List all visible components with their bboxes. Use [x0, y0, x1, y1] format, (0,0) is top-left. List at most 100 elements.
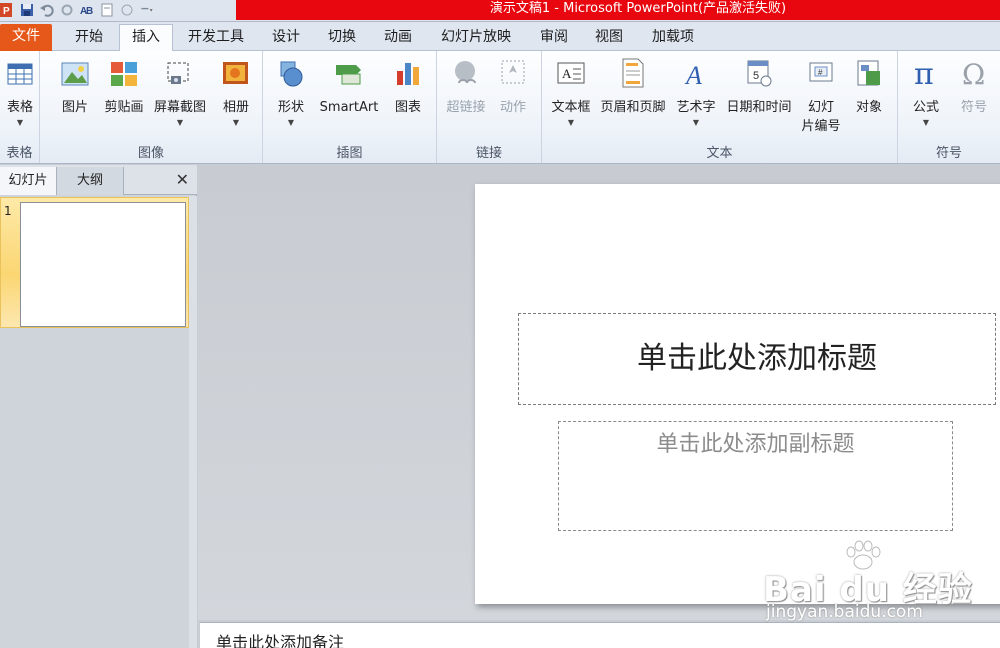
notes-pane[interactable]: 单击此处添加备注 — [200, 622, 1000, 648]
clipart-label: 剪贴画 — [104, 100, 144, 115]
calendar-icon: 5 — [747, 60, 772, 87]
textbox-label: 文本框 — [551, 100, 591, 115]
slide-number-button[interactable]: # 幻灯片编号 — [798, 57, 844, 136]
tab-transitions[interactable]: 切换 — [318, 25, 366, 51]
shapes-label: 形状 — [277, 100, 304, 115]
ribbon-tab-bar: 文件 开始 插入 开发工具 设计 切换 动画 幻灯片放映 审阅 视图 加载项 — [0, 22, 1000, 51]
tab-review[interactable]: 审阅 — [530, 25, 578, 51]
photo-album-label: 相册 — [222, 100, 249, 115]
smartart-icon — [336, 65, 361, 85]
slide-number: 1 — [4, 204, 12, 218]
textbox-button[interactable]: A 文本框 ▼ — [548, 57, 594, 127]
slide-number-label-line2: 片编号 — [801, 119, 841, 134]
tab-view[interactable]: 视图 — [585, 25, 633, 51]
save-icon[interactable] — [20, 3, 34, 17]
shape-circle-icon[interactable] — [120, 3, 134, 17]
table-button[interactable]: 表格 ▼ — [3, 57, 37, 127]
textbox-icon: A — [557, 62, 585, 84]
screenshot-label: 屏幕截图 — [153, 100, 206, 115]
panel-scrollbar[interactable] — [189, 196, 197, 648]
tab-slideshow[interactable]: 幻灯片放映 — [430, 25, 522, 51]
group-illustrations: 形状 ▼ SmartArt 图表 插图 — [263, 51, 437, 163]
tab-design[interactable]: 设计 — [262, 25, 310, 51]
clipart-icon — [111, 62, 137, 86]
hyperlink-icon — [455, 61, 476, 84]
date-time-button[interactable]: 5 日期和时间 — [722, 57, 796, 117]
picture-button[interactable]: 图片 — [57, 57, 93, 117]
tab-slides[interactable]: 幻灯片 — [0, 167, 57, 195]
svg-text:5: 5 — [753, 70, 759, 82]
screenshot-button[interactable]: 屏幕截图 ▼ — [150, 57, 210, 127]
tab-animations[interactable]: 动画 — [374, 25, 422, 51]
equation-button[interactable]: π 公式 ▼ — [906, 57, 946, 127]
dropdown-icon[interactable] — [140, 3, 154, 17]
group-text: A 文本框 ▼ 页眉和页脚 A 艺术字 ▼ 5 日期和时间 # 幻灯 片编号 对… — [542, 51, 898, 163]
photo-album-button[interactable]: 相册 ▼ — [216, 57, 256, 127]
chart-label: 图表 — [394, 100, 421, 115]
group-table-name: 表格 — [6, 146, 33, 161]
title-bar: P AB 演示文稿1 - Microsoft PowerPoint(产品激活失败… — [0, 0, 1000, 22]
omega-icon: Ω — [962, 58, 985, 89]
svg-text:Ω: Ω — [962, 58, 985, 89]
date-time-label: 日期和时间 — [726, 100, 792, 115]
tab-developer[interactable]: 开发工具 — [178, 25, 254, 51]
table-label: 表格 — [6, 100, 33, 115]
hyperlink-button[interactable]: 超链接 — [441, 57, 491, 117]
panel-tabs: 幻灯片 大纲 ✕ — [0, 165, 197, 195]
svg-text:B: B — [86, 6, 93, 17]
slides-panel: 幻灯片 大纲 ✕ 1 — [0, 165, 197, 648]
tab-file[interactable]: 文件 — [0, 24, 52, 51]
group-text-name: 文本 — [706, 146, 733, 161]
tab-home[interactable]: 开始 — [60, 25, 118, 51]
tab-outline[interactable]: 大纲 — [57, 167, 124, 195]
tab-insert[interactable]: 插入 — [119, 24, 173, 51]
group-illustrations-name: 插图 — [336, 146, 363, 161]
slide-thumbnail[interactable] — [20, 202, 186, 327]
undo-icon[interactable] — [40, 3, 54, 17]
print-preview-icon[interactable] — [100, 3, 114, 17]
svg-text:π: π — [914, 57, 934, 89]
slide-number-label-line1: 幻灯 — [807, 100, 834, 115]
symbol-label: 符号 — [960, 100, 987, 115]
window-title: 演示文稿1 - Microsoft PowerPoint(产品激活失败) — [236, 0, 1000, 20]
chevron-down-icon: ▼ — [176, 118, 184, 127]
subtitle-placeholder[interactable]: 单击此处添加副标题 — [558, 421, 953, 531]
powerpoint-logo-icon[interactable]: P — [0, 3, 14, 17]
powerpoint-window: P AB 演示文稿1 - Microsoft PowerPoint(产品激活失败… — [0, 0, 1000, 648]
slide-number-label: 幻灯 片编号 — [798, 98, 844, 136]
shapes-icon — [280, 61, 303, 87]
shapes-button[interactable]: 形状 ▼ — [273, 57, 309, 127]
header-footer-button[interactable]: 页眉和页脚 — [596, 57, 670, 117]
pi-icon: π — [914, 57, 934, 89]
action-button[interactable]: 动作 — [493, 57, 533, 117]
wordart-icon: A — [684, 61, 702, 89]
wordart-label: 艺术字 — [676, 100, 716, 115]
smartart-label: SmartArt — [319, 100, 379, 115]
watermark-url: jingyan.baidu.com — [766, 602, 923, 622]
wordart-button[interactable]: A 艺术字 ▼ — [672, 57, 720, 127]
smartart-button[interactable]: SmartArt — [315, 57, 383, 117]
chevron-down-icon: ▼ — [232, 118, 240, 127]
redo-icon[interactable] — [60, 3, 74, 17]
chevron-down-icon: ▼ — [16, 118, 24, 127]
slide-number-icon: # — [809, 62, 833, 82]
title-placeholder[interactable]: 单击此处添加标题 — [518, 313, 996, 405]
spelling-icon[interactable]: AB — [80, 3, 94, 17]
table-icon — [7, 63, 33, 85]
slide-thumbnail-row[interactable]: 1 — [0, 197, 189, 328]
equation-label: 公式 — [912, 100, 939, 115]
object-button[interactable]: 对象 — [848, 57, 890, 117]
chevron-down-icon: ▼ — [922, 118, 930, 127]
clipart-button[interactable]: 剪贴画 — [100, 57, 148, 117]
picture-label: 图片 — [61, 100, 88, 115]
chart-button[interactable]: 图表 — [389, 57, 427, 117]
close-icon[interactable]: ✕ — [176, 170, 189, 189]
group-links-name: 链接 — [475, 146, 502, 161]
quick-access-toolbar: P AB — [0, 0, 154, 20]
tab-addins[interactable]: 加载项 — [642, 25, 704, 51]
svg-text:A: A — [684, 61, 702, 89]
object-icon — [857, 60, 880, 86]
symbol-button[interactable]: Ω 符号 — [954, 57, 994, 117]
photo-album-icon — [223, 62, 248, 84]
ribbon: 表格 ▼ 表格 图片 剪贴画 屏幕截图 ▼ 相册 ▼ 图像 形状 ▼ Smart… — [0, 51, 1000, 164]
